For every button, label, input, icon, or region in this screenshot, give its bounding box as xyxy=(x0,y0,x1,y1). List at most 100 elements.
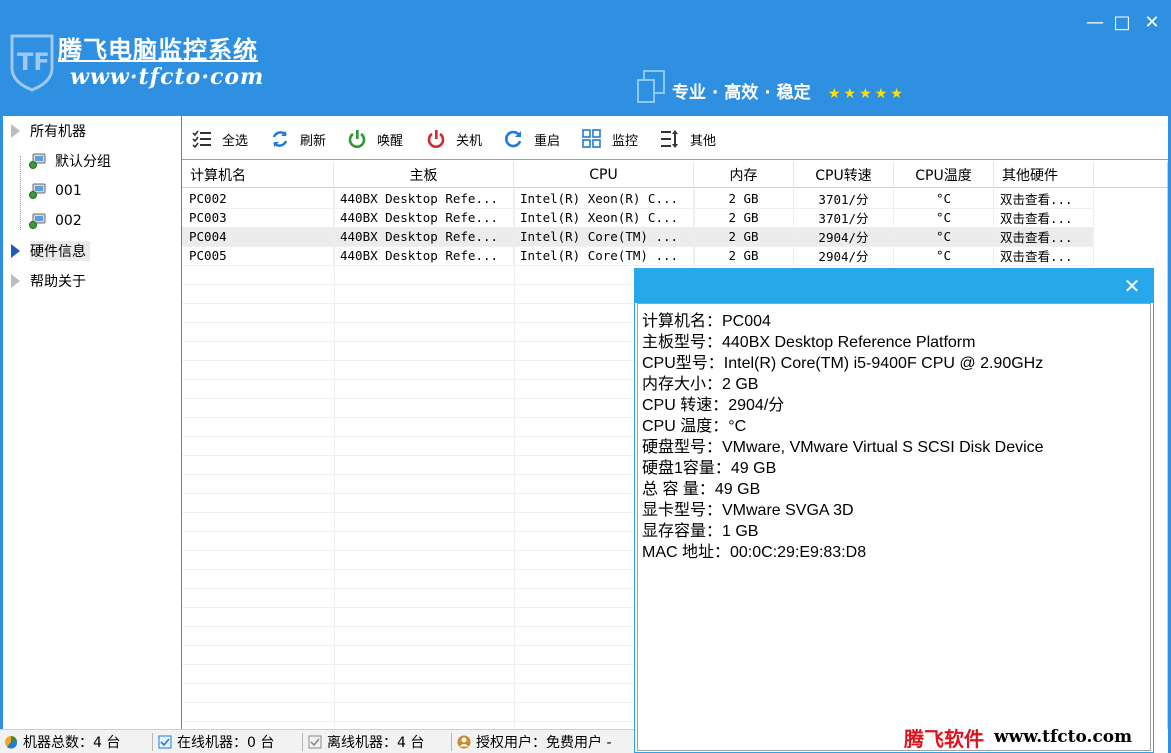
network-computer-icon xyxy=(29,153,46,169)
status-offline-label: 离线机器：4 台 xyxy=(327,735,425,751)
cell-motherboard: 440BX Desktop Refe... xyxy=(334,227,514,246)
checklist-icon xyxy=(192,130,211,148)
column-header-cpu[interactable]: CPU xyxy=(514,162,694,188)
wake-label: 唤醒 xyxy=(377,133,404,149)
column-header-label: CPU转速 xyxy=(815,168,872,184)
cell-cpu: Intel(R) Xeon(R) C... xyxy=(514,189,694,208)
tree-item-group-001[interactable]: 001 xyxy=(29,179,82,203)
detail-computer-name: 计算机名：PC004 xyxy=(642,312,771,330)
restart-icon xyxy=(505,130,522,148)
tree-item-help-about[interactable]: 帮助关于 xyxy=(11,269,86,293)
column-header-cpu-temp[interactable]: CPU温度 xyxy=(894,162,994,188)
monitor-button[interactable]: 监控 xyxy=(582,128,638,150)
select-all-button[interactable]: 全选 xyxy=(192,128,248,150)
table-row[interactable]: PC002 440BX Desktop Refe... Intel(R) Xeo… xyxy=(182,189,1094,208)
cell-other-hardware[interactable]: 双击查看... xyxy=(994,208,1094,227)
checkbox-checked-icon xyxy=(158,735,172,749)
column-header-label: 其他硬件 xyxy=(1002,168,1058,184)
app-title: 腾飞电脑监控系统 xyxy=(58,35,258,64)
cell-other-hardware[interactable]: 双击查看... xyxy=(994,246,1094,265)
cell-cpu-temp: °C xyxy=(894,208,994,227)
brand-watermark: 腾飞软件 www.tfcto.com xyxy=(904,724,1133,751)
shutdown-label: 关机 xyxy=(456,133,483,149)
tree-item-all-machines[interactable]: 所有机器 xyxy=(11,119,86,143)
detail-motherboard: 主板型号：440BX Desktop Reference Platform xyxy=(642,333,976,351)
detail-cpu-model: CPU型号：Intel(R) Core(TM) i5-9400F CPU @ 2… xyxy=(642,354,1044,372)
column-divider xyxy=(334,188,335,729)
popup-close-button[interactable]: ✕ xyxy=(1121,274,1143,298)
tree-connector xyxy=(20,156,21,230)
user-icon xyxy=(457,735,471,749)
tree-item-group-002[interactable]: 002 xyxy=(29,209,82,233)
table-row[interactable]: PC005 440BX Desktop Refe... Intel(R) Cor… xyxy=(182,246,1094,265)
other-button[interactable]: 其他 xyxy=(660,128,716,150)
toolbar: 全选 刷新 唤醒 关机 重启 监控 其他 xyxy=(182,116,1168,160)
cell-cpu-temp: °C xyxy=(894,227,994,246)
wake-button[interactable]: 唤醒 xyxy=(347,128,403,150)
power-off-icon xyxy=(427,130,445,148)
tree-item-label: 002 xyxy=(55,213,82,229)
table-row[interactable]: PC003 440BX Desktop Refe... Intel(R) Xeo… xyxy=(182,208,1094,227)
cell-memory: 2 GB xyxy=(694,246,794,265)
hardware-detail-text[interactable]: 计算机名：PC004 主板型号：440BX Desktop Reference … xyxy=(637,303,1151,751)
expand-arrow-icon xyxy=(11,274,20,288)
cell-motherboard: 440BX Desktop Refe... xyxy=(334,208,514,227)
brand-url: www.tfcto.com xyxy=(994,727,1133,747)
table-header: 计算机名 主板 CPU 内存 CPU转速 CPU温度 其他硬件 xyxy=(182,162,1167,188)
cell-motherboard: 440BX Desktop Refe... xyxy=(334,189,514,208)
machine-tree: 所有机器 默认分组 001 002 硬件信息 帮助关于 xyxy=(0,116,182,729)
other-label: 其他 xyxy=(690,133,717,149)
cell-cpu-speed: 2904/分 xyxy=(794,227,894,246)
status-total-label: 机器总数：4 台 xyxy=(23,735,121,751)
grid-line xyxy=(182,265,1094,266)
tree-item-hardware-info[interactable]: 硬件信息 xyxy=(11,239,90,263)
detail-gpu-model: 显卡型号：VMware SVGA 3D xyxy=(642,501,854,519)
column-header-motherboard[interactable]: 主板 xyxy=(334,162,514,188)
cell-cpu-temp: °C xyxy=(894,189,994,208)
cell-memory: 2 GB xyxy=(694,227,794,246)
close-button[interactable]: ✕ xyxy=(1140,10,1164,34)
cell-cpu-speed: 3701/分 xyxy=(794,208,894,227)
column-header-computer-name[interactable]: 计算机名 xyxy=(182,162,334,188)
tf-logo-icon: TF xyxy=(10,34,54,92)
column-header-cpu-speed[interactable]: CPU转速 xyxy=(794,162,894,188)
cell-other-hardware[interactable]: 双击查看... xyxy=(994,227,1094,246)
close-icon: ✕ xyxy=(1123,274,1141,298)
detail-mac-address: MAC 地址：00:0C:29:E9:83:D8 xyxy=(642,543,867,561)
cell-other-hardware[interactable]: 双击查看... xyxy=(994,189,1094,208)
detail-disk1-capacity: 硬盘1容量：49 GB xyxy=(642,459,777,477)
tree-item-default-group[interactable]: 默认分组 xyxy=(29,149,111,173)
detail-vram: 显存容量：1 GB xyxy=(642,522,759,540)
column-header-memory[interactable]: 内存 xyxy=(694,162,794,188)
sort-list-icon xyxy=(661,130,678,148)
selected-arrow-icon xyxy=(11,244,20,258)
tree-item-label: 帮助关于 xyxy=(30,274,86,290)
status-separator xyxy=(451,733,452,751)
expand-arrow-icon xyxy=(11,124,20,138)
cell-computer-name: PC002 xyxy=(182,189,334,208)
maximize-button[interactable]: □ xyxy=(1110,10,1134,34)
detail-cpu-temp: CPU 温度：°C xyxy=(642,417,747,435)
column-header-label: 主板 xyxy=(409,168,438,184)
status-online-label: 在线机器：0 台 xyxy=(177,735,275,751)
detail-disk-model: 硬盘型号：VMware, VMware Virtual S SCSI Disk … xyxy=(642,438,1044,456)
checkbox-gray-icon xyxy=(308,735,322,749)
restart-label: 重启 xyxy=(534,133,561,149)
shutdown-button[interactable]: 关机 xyxy=(426,128,482,150)
column-header-label: CPU温度 xyxy=(915,168,972,184)
tree-item-label: 所有机器 xyxy=(30,124,86,140)
tree-item-label: 硬件信息 xyxy=(30,241,90,261)
column-header-other-hardware[interactable]: 其他硬件 xyxy=(994,162,1094,188)
refresh-button[interactable]: 刷新 xyxy=(270,128,326,150)
minimize-button[interactable]: — xyxy=(1083,10,1107,34)
grid-monitor-icon xyxy=(582,129,601,148)
refresh-icon xyxy=(272,131,288,147)
restart-button[interactable]: 重启 xyxy=(504,128,560,150)
refresh-label: 刷新 xyxy=(300,133,327,149)
slogan: 专业 · 高效 · 稳定 xyxy=(672,83,811,103)
pie-chart-icon xyxy=(5,736,18,749)
table-row-selected[interactable]: PC004 440BX Desktop Refe... Intel(R) Cor… xyxy=(182,227,1094,246)
status-license-label: 授权用户：免费用户 - xyxy=(476,735,612,751)
status-total-machines: 机器总数：4 台 xyxy=(4,732,120,752)
detail-total-capacity: 总 容 量：49 GB xyxy=(642,480,761,498)
